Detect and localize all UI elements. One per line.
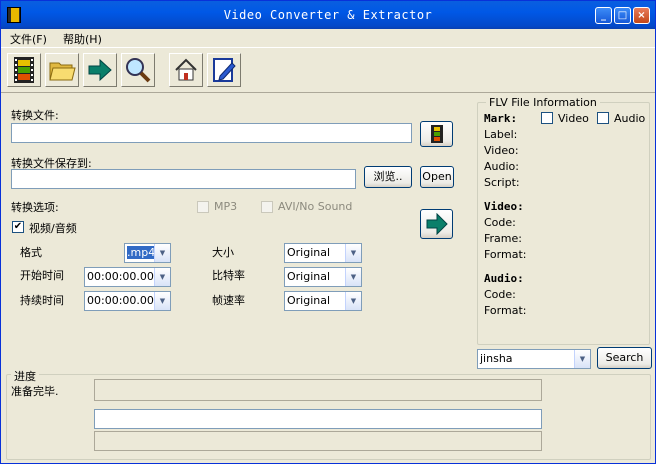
audio-section-title: Audio:: [484, 272, 524, 285]
mark-label: Mark:: [484, 112, 518, 125]
chevron-down-icon: ▼: [154, 268, 170, 286]
app-window: Video Converter & Extractor _ □ × 文件(F) …: [0, 0, 656, 464]
maximize-button[interactable]: □: [614, 7, 631, 24]
title-bar[interactable]: Video Converter & Extractor _ □ ×: [1, 1, 655, 29]
minimize-button[interactable]: _: [595, 7, 612, 24]
convert-file-label: 转换文件:: [11, 109, 59, 122]
arrow-right-icon: [426, 212, 448, 236]
menu-bar: 文件(F) 帮助(H): [1, 29, 655, 47]
avi-nosound-label: AVI/No Sound: [278, 200, 353, 213]
info-video-field: Video:: [484, 144, 519, 157]
video-info-checkbox[interactable]: [541, 112, 553, 124]
video-audio-label: 视频/音频: [29, 222, 77, 235]
menu-file[interactable]: 文件(F): [10, 31, 47, 47]
audio-info-checkbox[interactable]: [597, 112, 609, 124]
chevron-down-icon: ▼: [345, 268, 361, 286]
framerate-value: Original: [287, 294, 331, 307]
format-value: .mp4: [127, 246, 156, 259]
audio-info-check-label: Audio: [614, 112, 646, 125]
home-button[interactable]: [169, 53, 203, 87]
info-label-field: Label:: [484, 128, 518, 141]
film-icon: [430, 125, 443, 143]
convert-file-input[interactable]: [11, 123, 412, 143]
video-audio-checkbox[interactable]: ✔: [12, 221, 24, 233]
size-label: 大小: [212, 246, 234, 259]
window-title: Video Converter & Extractor: [223, 8, 433, 22]
progress-status: 准备完毕.: [11, 385, 59, 398]
framerate-select[interactable]: Original ▼: [284, 291, 362, 311]
chevron-down-icon: ▼: [154, 244, 170, 262]
progress-bar: [94, 409, 542, 429]
open-button[interactable]: Open: [420, 166, 454, 188]
mp3-label: MP3: [214, 200, 238, 213]
start-time-field[interactable]: 00:00:00.00 ▼: [84, 267, 171, 287]
search-button[interactable]: Search: [597, 347, 652, 369]
search-combo[interactable]: jinsha ▼: [477, 349, 591, 369]
format-select[interactable]: .mp4 ▼: [124, 243, 171, 263]
format-label: 格式: [20, 246, 42, 259]
flv-info-title: FLV File Information: [486, 96, 600, 109]
video-info-check-label: Video: [558, 112, 589, 125]
bitrate-value: Original: [287, 270, 331, 283]
progress-title: 进度: [11, 368, 39, 384]
progress-info-field: [94, 379, 542, 401]
chevron-down-icon: ▼: [154, 292, 170, 310]
info-audio-field: Audio:: [484, 160, 519, 173]
toolbar: [1, 47, 655, 93]
video-frame-field: Frame:: [484, 232, 522, 245]
start-time-value: 00:00:00.00: [87, 270, 154, 283]
search-value: jinsha: [480, 352, 513, 365]
framerate-label: 帧速率: [212, 294, 245, 307]
close-button[interactable]: ×: [633, 7, 650, 24]
select-file-button[interactable]: [420, 121, 453, 147]
video-code-field: Code:: [484, 216, 516, 229]
edit-button[interactable]: [207, 53, 241, 87]
save-to-input[interactable]: [11, 169, 356, 189]
bitrate-label: 比特率: [212, 269, 245, 282]
edit-notepad-icon: [213, 58, 236, 82]
film-icon: [14, 57, 34, 83]
chevron-down-icon: ▼: [345, 244, 361, 262]
size-select[interactable]: Original ▼: [284, 243, 362, 263]
duration-field[interactable]: 00:00:00.00 ▼: [84, 291, 171, 311]
avi-nosound-checkbox[interactable]: [261, 201, 273, 213]
progress-detail-field: [94, 431, 542, 451]
magnifier-icon: [126, 58, 151, 83]
bitrate-select[interactable]: Original ▼: [284, 267, 362, 287]
audio-code-field: Code:: [484, 288, 516, 301]
open-folder-button[interactable]: [45, 53, 79, 87]
size-value: Original: [287, 246, 331, 259]
audio-format-field: Format:: [484, 304, 527, 317]
convert-arrow-button[interactable]: [420, 209, 453, 239]
start-time-label: 开始时间: [20, 269, 64, 282]
convert-film-button[interactable]: [7, 53, 41, 87]
chevron-down-icon: ▼: [574, 350, 590, 368]
folder-open-icon: [49, 62, 76, 81]
browse-button[interactable]: 浏览..: [364, 166, 412, 188]
chevron-down-icon: ▼: [345, 292, 361, 310]
duration-label: 持续时间: [20, 294, 64, 307]
duration-value: 00:00:00.00: [87, 294, 154, 307]
info-script-field: Script:: [484, 176, 520, 189]
search-tool-button[interactable]: [121, 53, 155, 87]
video-format-field: Format:: [484, 248, 527, 261]
options-label: 转换选项:: [11, 201, 59, 214]
mp3-checkbox[interactable]: [197, 201, 209, 213]
start-convert-button[interactable]: [83, 53, 117, 87]
home-icon: [175, 58, 197, 81]
video-section-title: Video:: [484, 200, 524, 213]
arrow-right-icon: [88, 58, 112, 82]
menu-help[interactable]: 帮助(H): [63, 31, 102, 47]
